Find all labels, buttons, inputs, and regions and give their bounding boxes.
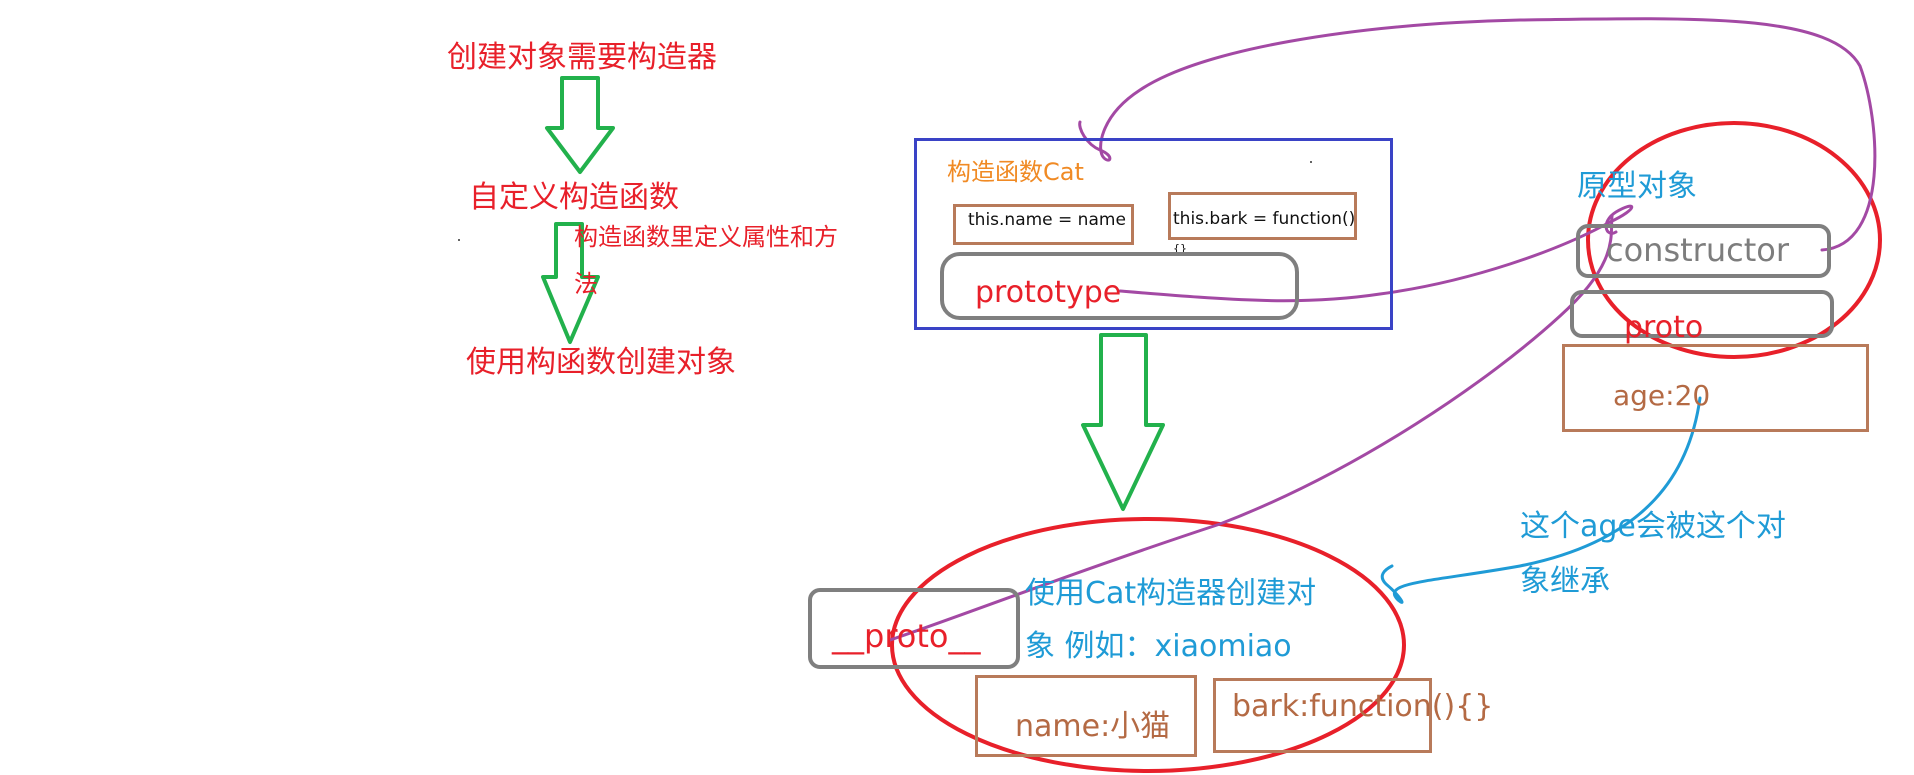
flow-arrow-1 (545, 76, 615, 174)
constructor-slot-label: constructor (1606, 231, 1789, 269)
flow-step-custom-constructor: 自定义构造函数 (469, 180, 679, 215)
create-instance-arrow (1081, 333, 1165, 511)
flow-step-use-constructor: 使用构函数创建对象 (466, 345, 736, 380)
flow-step-note-line1: 构造函数里定义属性和方 (574, 223, 838, 251)
instance-title-line1: 使用Cat构造器创建对 (1025, 576, 1317, 611)
name-field-label: this.name = name (968, 210, 1126, 230)
prototype-object-title: 原型对象 (1577, 169, 1697, 204)
inherit-note-line2: 象继承 (1520, 564, 1610, 599)
proto-slot-label: proto (1624, 310, 1704, 345)
instance-proto-label: __proto__ (832, 617, 981, 655)
inherit-note-line1: 这个age会被这个对 (1520, 509, 1786, 544)
flow-step-create-object: 创建对象需要构造器 (447, 40, 717, 75)
stray-dot (458, 239, 460, 241)
bark-field-label: this.bark = function() (1173, 209, 1356, 229)
constructor-function-title: 构造函数Cat (947, 158, 1084, 186)
instance-title-line2: 象 例如：xiaomiao (1025, 629, 1292, 664)
age-field-label: age:20 (1613, 379, 1711, 412)
instance-name-label: name:小猫 (1015, 709, 1171, 744)
flow-step-note-line2: 法 (574, 270, 598, 298)
instance-bark-label: bark:function(){} (1232, 689, 1494, 724)
age-field-box (1562, 344, 1869, 432)
prototype-slot-label: prototype (975, 275, 1122, 310)
